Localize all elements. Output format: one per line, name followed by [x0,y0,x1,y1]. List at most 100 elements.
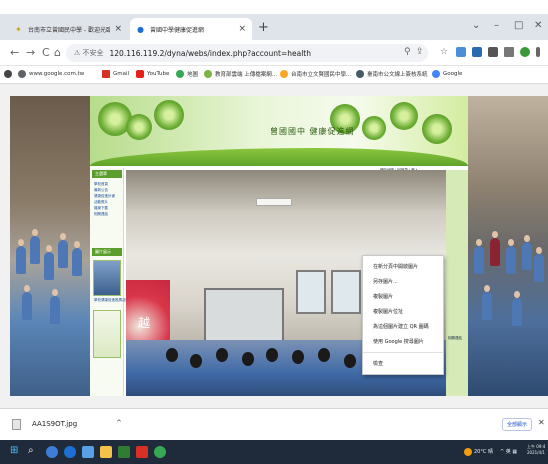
tab-strip: ✦ 台南市立曾國民中學 - 歡迎光臨 × ● 曾國中學健康促進網 × + ⌄ –… [0,14,548,40]
menu-link[interactable]: 健康促進計畫 [94,194,115,199]
app-taskbar-icon[interactable] [136,446,148,458]
bookmark-label: 地圖 [187,72,199,78]
menu-link[interactable]: 學校首頁 [94,182,108,187]
right-background-photo [468,96,548,396]
open-image-new-tab-item[interactable]: 在新分頁中開啟圖片 [373,263,418,270]
toolbar: ← → C ⌂ ⚠ 不安全 120.116.119.2/dyna/webs/in… [0,40,548,66]
student-figure [16,239,26,274]
menu-link[interactable]: 相關連結 [94,212,108,217]
app-taskbar-icon[interactable] [118,446,130,458]
extension-icon[interactable] [472,47,482,57]
search-icon[interactable]: ⚲ [404,47,411,57]
download-options-chevron-icon[interactable]: ^ [116,419,122,427]
download-filename[interactable]: AA1S9OT.jpg [32,420,77,428]
profile-avatar[interactable] [520,47,530,57]
left-background-photo [10,96,90,396]
copy-image-item[interactable]: 複製圖片 [373,293,393,300]
related-links-label[interactable]: 相關連結 [448,336,462,341]
bookmark-item[interactable]: 教育部雲端 上傳檔案網... [204,70,277,78]
address-bar[interactable]: ⚠ 不安全 120.116.119.2/dyna/webs/index.php?… [66,44,428,62]
bookmark-label: 台南市立文賢國民中學... [291,72,352,78]
sidebar-icon[interactable] [504,47,514,57]
student-head [166,348,178,362]
student-head [216,348,228,362]
tab-health-site[interactable]: ● 曾國中學健康促進網 × [130,18,252,40]
bookmark-item[interactable] [4,70,15,78]
save-image-as-item[interactable]: 另存圖片... [373,278,398,285]
student-head [190,354,202,368]
edge-taskbar-icon[interactable] [64,446,76,458]
bookmark-label: 教育部雲端 上傳檔案網... [215,72,277,78]
extension-icon[interactable] [456,47,466,57]
share-icon[interactable]: ⇪ [416,47,424,57]
tab-search-chevron-icon[interactable]: ⌄ [472,20,480,31]
security-warning[interactable]: ⚠ 不安全 [74,48,104,58]
inspect-item[interactable]: 檢查 [373,360,383,367]
ceiling-lamp [256,198,292,206]
screen: ✦ 台南市立曾國民中學 - 歡迎光臨 × ● 曾國中學健康促進網 × + ⌄ –… [0,0,548,464]
student-figure [522,235,532,270]
reload-button[interactable]: C [42,46,50,59]
file-icon [12,419,21,430]
bookmark-item[interactable]: 地圖 [176,70,198,78]
clock[interactable]: 上午 09:4 2021/4/1 [527,444,545,456]
file-explorer-icon[interactable] [100,446,112,458]
student-head [242,352,254,366]
bookmark-item[interactable]: www.google.com.tw [18,70,84,78]
flower-decoration [422,114,452,144]
maps-pin-icon [176,70,184,78]
bookmark-item[interactable]: Google [432,70,462,78]
google-icon [432,70,440,78]
bookmarks-bar: www.google.com.tw Gmail YouTube 地圖 教育部雲端… [0,66,548,84]
youtube-icon [136,70,144,78]
create-qr-code-item[interactable]: 為這個圖片建立 QR 圖碼 [373,323,429,330]
poster-thumbnail[interactable] [93,310,121,358]
student-figure [72,241,82,276]
minimize-button[interactable]: – [494,20,499,31]
gmail-icon [102,70,110,78]
close-download-bar-button[interactable]: ✕ [538,418,545,427]
bookmark-star-icon[interactable]: ☆ [440,47,448,57]
bookmark-item[interactable]: 臺南市公文線上簽核系統 [356,70,428,78]
menu-link[interactable]: 最新公告 [94,188,108,193]
maximize-button[interactable]: □ [514,20,523,31]
bookmark-label: YouTube [147,71,170,77]
flower-decoration [390,102,418,130]
student-head [266,348,278,362]
system-tray[interactable]: ^ 英 ▦ [500,448,517,455]
gallery-thumbnail[interactable] [93,260,121,296]
show-all-downloads-button[interactable]: 全部顯示 [502,418,532,431]
bookmark-item[interactable]: 台南市立文賢國民中學... [280,70,351,78]
search-image-google-item[interactable]: 使用 Google 搜尋圖片 [373,338,424,345]
school-icon [280,70,288,78]
back-button[interactable]: ← [10,46,19,59]
extensions-puzzle-icon[interactable] [488,47,498,57]
tab-school-home[interactable]: ✦ 台南市立曾國民中學 - 歡迎光臨 × [8,18,128,40]
close-tab-icon[interactable]: × [114,24,122,34]
new-tab-button[interactable]: + [258,20,269,35]
copy-image-address-item[interactable]: 複製圖片位址 [373,308,403,315]
close-tab-icon[interactable]: × [238,24,246,34]
student-figure [58,233,68,268]
student-head [292,350,304,364]
menu-link[interactable]: 活動照片 [94,200,108,205]
close-window-button[interactable]: ✕ [534,20,542,31]
url-text[interactable]: 120.116.119.2/dyna/webs/index.php?accoun… [110,49,311,58]
edge-taskbar-icon[interactable] [46,446,58,458]
windows-start-icon[interactable]: ⊞ [10,445,18,456]
globe-icon [18,70,26,78]
globe-icon [356,70,364,78]
bookmark-item[interactable]: YouTube [136,70,169,78]
search-icon[interactable]: ⌕ [28,445,34,456]
weather-text[interactable]: 20°C 晴 [474,448,493,455]
forward-button[interactable]: → [26,46,35,59]
menu-link[interactable]: 檔案下載 [94,206,108,211]
student-figure [534,247,544,282]
bookmark-item[interactable]: Gmail [102,70,129,78]
app-taskbar-icon[interactable] [82,446,94,458]
chrome-taskbar-icon[interactable] [154,446,166,458]
cloud-icon [204,70,212,78]
home-button[interactable]: ⌂ [54,46,61,59]
menu-dots-icon[interactable] [536,47,540,57]
context-menu: 在新分頁中開啟圖片 另存圖片... 複製圖片 複製圖片位址 為這個圖片建立 QR… [362,255,444,375]
